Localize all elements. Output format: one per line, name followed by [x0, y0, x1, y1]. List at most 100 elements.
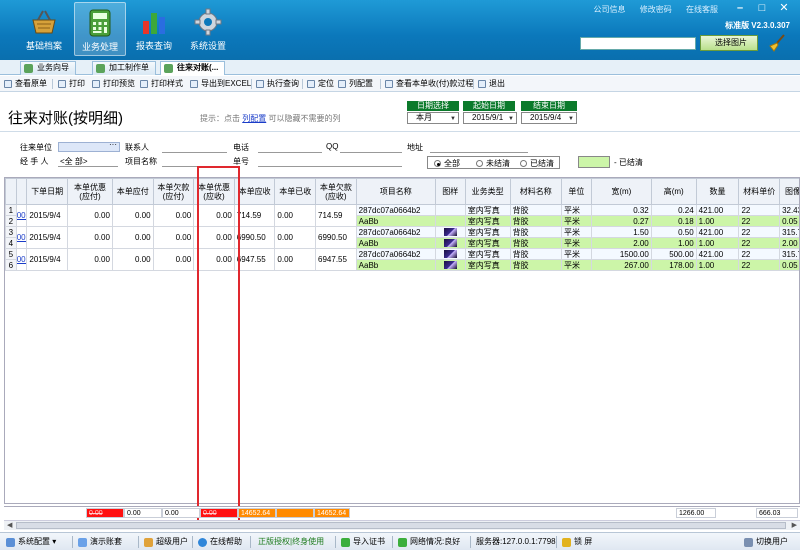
radio-settled[interactable]: 已结清 — [520, 158, 554, 169]
scrollbar-thumb[interactable] — [16, 522, 786, 529]
run-query-button[interactable]: 执行查询 — [256, 78, 299, 90]
column-header[interactable]: 本单欠款 (应付) — [152, 178, 195, 205]
order-id-link[interactable]: 002 — [17, 233, 26, 242]
total-discount-receivable: 0.00 — [200, 508, 238, 518]
close-icon[interactable]: ✕ — [776, 2, 792, 16]
column-header[interactable]: 数量 — [695, 178, 740, 205]
company-info-link[interactable]: 公司信息 — [594, 5, 626, 14]
view-payment-process-button[interactable]: 查看本单收(付)款过程 — [385, 78, 473, 90]
column-config-link[interactable]: 列配置 — [242, 114, 266, 123]
table-row[interactable]: 50032015/9/40.000.000.000.006947.550.006… — [5, 248, 799, 271]
end-date-picker[interactable]: 2015/9/4 — [521, 112, 577, 124]
order-number-input[interactable] — [258, 166, 402, 167]
column-header[interactable]: 高(m) — [650, 178, 697, 205]
material-name-cell: 背胶 — [509, 259, 562, 271]
thumbnail-cell[interactable] — [434, 215, 466, 227]
column-header[interactable]: 本单优惠 (应收) — [193, 178, 235, 205]
column-header[interactable]: 本单应付 — [111, 178, 154, 205]
super-user-item[interactable]: 超级用户 — [144, 536, 188, 548]
column-header[interactable]: 图样 — [434, 178, 466, 205]
contact-input[interactable] — [162, 152, 227, 153]
column-header[interactable]: 下单日期 — [26, 178, 68, 205]
image-thumbnail[interactable] — [443, 250, 457, 259]
tab-production-order[interactable]: 加工制作单 — [92, 61, 156, 75]
thumbnail-cell[interactable] — [434, 204, 466, 216]
scroll-right-icon[interactable]: ▶ — [792, 521, 797, 529]
online-service-link[interactable]: 在线客服 — [686, 5, 718, 14]
tab-business-guide[interactable]: 业务向导 — [20, 61, 76, 75]
column-header[interactable]: 本单优惠 (应付) — [67, 178, 113, 205]
select-image-label: 选择图片 — [715, 38, 747, 47]
nav-basic-files[interactable]: 基础档案 — [18, 2, 70, 56]
order-id-cell[interactable]: 003 — [15, 248, 28, 271]
image-search-input[interactable] — [580, 37, 696, 50]
ellipsis-icon[interactable]: ··· — [109, 140, 117, 149]
column-header[interactable]: 宽(m) — [590, 178, 652, 205]
demo-account-item[interactable]: 演示账套 — [78, 536, 122, 548]
total-area: 666.03 — [756, 508, 798, 518]
thumbnail-cell[interactable] — [434, 259, 466, 271]
column-header[interactable]: 图像面积 — [779, 178, 799, 205]
nav-settings[interactable]: 系统设置 — [182, 2, 234, 56]
order-id-cell[interactable]: 001 — [15, 204, 28, 227]
lock-screen-button[interactable]: 锁 屏 — [562, 536, 592, 548]
column-header[interactable]: 本单已收 — [274, 178, 317, 205]
reconciliation-grid[interactable]: 下单日期 本单优惠 (应付) 本单应付 本单欠款 (应付) 本单优惠 (应收) … — [4, 177, 800, 504]
radio-unsettled[interactable]: 未结清 — [476, 158, 510, 169]
print-preview-button[interactable]: 打印预览 — [92, 78, 135, 90]
nav-reports[interactable]: 报表查询 — [128, 2, 180, 56]
export-excel-button[interactable]: 导出到EXCEL — [190, 78, 251, 90]
table-row[interactable]: 10012015/9/40.000.000.000.00714.590.0071… — [5, 204, 799, 227]
phone-input[interactable] — [258, 152, 322, 153]
thumbnail-cell[interactable] — [434, 226, 466, 238]
column-header[interactable]: 材料单价 — [738, 178, 781, 205]
exit-button[interactable]: 退出 — [478, 78, 505, 90]
discount-receivable-cell: 0.00 — [193, 226, 235, 249]
start-date-picker[interactable]: 2015/9/1 — [463, 112, 517, 124]
image-thumbnail[interactable] — [443, 228, 457, 237]
scroll-left-icon[interactable]: ◀ — [7, 521, 12, 529]
order-id-link[interactable]: 001 — [17, 211, 26, 220]
print-style-button[interactable]: 打印样式 — [140, 78, 183, 90]
broom-icon[interactable] — [768, 34, 786, 52]
horizontal-scrollbar[interactable]: ◀ ▶ — [4, 520, 800, 530]
image-thumbnail[interactable] — [443, 261, 457, 270]
partner-input[interactable]: ··· — [58, 140, 120, 152]
qq-input[interactable] — [340, 152, 402, 153]
column-header[interactable]: 本单欠款 (应收) — [315, 178, 357, 205]
tab-reconciliation[interactable]: 往来对账(... — [160, 61, 226, 75]
row-number: 2 — [5, 215, 17, 227]
address-input[interactable] — [430, 152, 528, 153]
column-header[interactable]: 业务类型 — [464, 178, 511, 205]
thumbnail-cell[interactable] — [434, 248, 466, 260]
config-icon — [6, 538, 15, 547]
switch-user-button[interactable]: 切换用户 — [744, 536, 788, 548]
maximize-icon[interactable]: □ — [754, 2, 770, 16]
image-thumbnail[interactable] — [443, 239, 457, 248]
change-password-link[interactable]: 修改密码 — [640, 5, 672, 14]
column-header[interactable]: 项目名称 — [355, 178, 436, 205]
online-help-item[interactable]: 在线帮助 — [198, 536, 242, 548]
nav-business[interactable]: 业务处理 — [74, 2, 126, 56]
minimize-icon[interactable]: – — [732, 2, 748, 16]
columns-icon — [338, 80, 346, 88]
project-name-input[interactable] — [162, 166, 227, 167]
order-id-cell[interactable]: 002 — [15, 226, 28, 249]
thumbnail-cell[interactable] — [434, 237, 466, 249]
height-cell: 500.00 — [650, 248, 697, 260]
column-header[interactable]: 本单应收 — [233, 178, 276, 205]
column-header[interactable]: 材料名称 — [509, 178, 562, 205]
date-range-select[interactable]: 本月 — [407, 112, 459, 124]
system-config-menu[interactable]: 系统配置 ▾ — [6, 536, 56, 548]
print-button[interactable]: 打印 — [58, 78, 85, 90]
view-original-button[interactable]: 查看原单 — [4, 78, 47, 90]
locate-button[interactable]: 定位 — [307, 78, 334, 90]
column-config-button[interactable]: 列配置 — [338, 78, 373, 90]
import-certificate-item[interactable]: 导入证书 — [341, 536, 385, 548]
order-id-link[interactable]: 003 — [17, 255, 26, 264]
radio-all[interactable]: 全部 — [434, 158, 460, 169]
hint-suffix: 可以隐藏不需要的列 — [268, 114, 341, 123]
select-image-button[interactable]: 选择图片 — [700, 35, 758, 51]
column-header[interactable]: 单位 — [560, 178, 592, 205]
table-row[interactable]: 30022015/9/40.000.000.000.006990.500.006… — [5, 226, 799, 249]
